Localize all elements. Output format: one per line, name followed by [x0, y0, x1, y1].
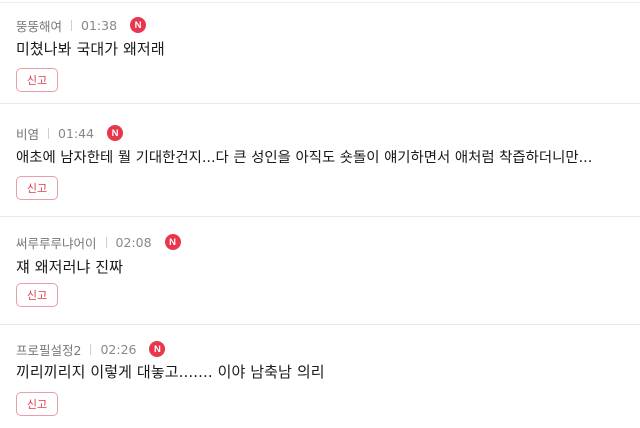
new-badge-icon: N: [107, 125, 124, 141]
report-button[interactable]: 신고: [16, 392, 58, 416]
comment-time: 01:38: [81, 17, 118, 33]
comment-meta: 뚱뚱해여 01:38 N: [16, 15, 147, 35]
comment-time: 02:08: [115, 234, 152, 250]
comment-item: 뚱뚱해여 01:38 N 미쳤나봐 국대가 왜저래 신고: [0, 0, 640, 104]
comment-text: 애초에 남자한테 뭘 기대한건지...다 큰 성인을 아직도 숏돌이 얘기하면서…: [16, 150, 593, 166]
comment-list: 뚱뚱해여 01:38 N 미쳤나봐 국대가 왜저래 신고 비염 01:44 N …: [0, 0, 640, 428]
comment-meta: 프로필설정2 02:26 N: [16, 339, 166, 359]
new-badge-icon: N: [164, 234, 181, 250]
new-badge-icon: N: [149, 341, 166, 357]
comment-item: 프로필설정2 02:26 N 끼리끼리지 이렇게 대놓고....... 이야 남…: [0, 325, 640, 428]
comment-time: 01:44: [58, 125, 95, 141]
comment-time: 02:26: [100, 341, 137, 357]
comment-meta: 써루루루냐어이 02:08 N: [16, 232, 181, 252]
comment-author[interactable]: 뚱뚱해여: [16, 16, 62, 35]
meta-divider: [105, 236, 107, 248]
report-button[interactable]: 신고: [16, 68, 58, 92]
comment-text: 쟤 왜저러냐 진짜: [16, 258, 124, 276]
comment-item: 비염 01:44 N 애초에 남자한테 뭘 기대한건지...다 큰 성인을 아직…: [0, 104, 640, 217]
comment-meta: 비염 01:44 N: [16, 123, 124, 143]
comment-author[interactable]: 비염: [16, 124, 39, 143]
meta-divider: [48, 127, 50, 139]
comment-author[interactable]: 써루루루냐어이: [16, 233, 97, 252]
comment-text: 미쳤나봐 국대가 왜저래: [16, 40, 165, 58]
report-button[interactable]: 신고: [16, 283, 58, 307]
meta-divider: [90, 343, 92, 355]
meta-divider: [71, 19, 73, 31]
comment-item: 써루루루냐어이 02:08 N 쟤 왜저러냐 진짜 신고: [0, 217, 640, 325]
report-button[interactable]: 신고: [16, 176, 58, 200]
comment-text: 끼리끼리지 이렇게 대놓고....... 이야 남축남 의리: [16, 363, 325, 381]
new-badge-icon: N: [130, 17, 147, 33]
comment-author[interactable]: 프로필설정2: [16, 340, 81, 359]
